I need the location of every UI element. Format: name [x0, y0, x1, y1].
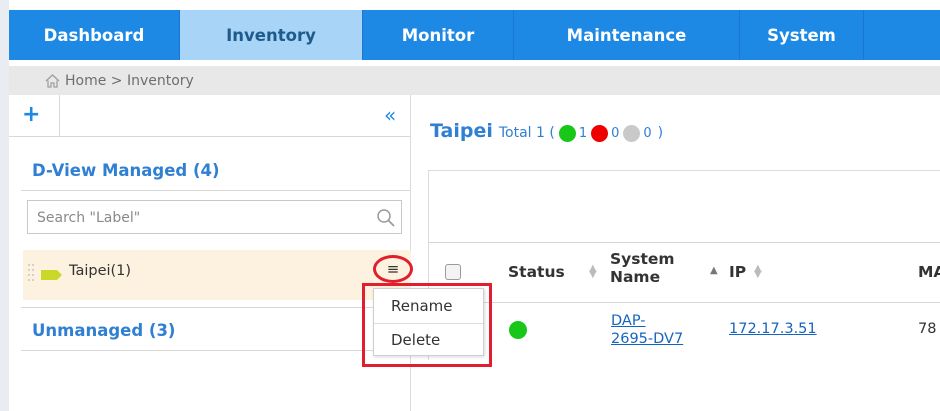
top-nav: Dashboard Inventory Monitor Maintenance …: [9, 10, 940, 60]
label-toolbar: + «: [9, 95, 411, 137]
label-search-input[interactable]: [37, 207, 357, 229]
delete-menu-item[interactable]: Delete: [374, 323, 483, 356]
total-label: Total 1 (: [498, 125, 555, 141]
select-all-checkbox[interactable]: [445, 264, 461, 280]
offline-count: 0: [611, 125, 620, 141]
device-ip-link[interactable]: 172.17.3.51: [729, 321, 817, 337]
divider: [21, 307, 411, 308]
unknown-count: 0: [643, 125, 652, 141]
menu-icon: ≡: [386, 259, 400, 278]
label-panel: + « D-View Managed (4) Taipei(1) ≡ Unman…: [9, 95, 413, 411]
online-status-icon: [558, 124, 576, 142]
search-icon[interactable]: [376, 208, 396, 228]
sort-status-icon[interactable]: ▲ ▼: [589, 264, 597, 280]
device-name-line2: 2695-DV7: [611, 331, 684, 347]
sort-ip-icon[interactable]: ▲ ▼: [754, 264, 762, 280]
col-header-system-name-line1: System: [610, 250, 675, 268]
tab-maintenance[interactable]: Maintenance: [514, 10, 740, 60]
home-icon: [45, 73, 60, 88]
device-table: [428, 170, 940, 360]
add-label-button[interactable]: +: [22, 104, 40, 126]
managed-heading[interactable]: D-View Managed (4): [32, 161, 220, 180]
device-name-link[interactable]: DAP- 2695-DV7: [611, 312, 683, 348]
toolbar-divider: [59, 95, 60, 137]
device-status-icon: [509, 321, 527, 339]
unknown-status-icon: [623, 124, 641, 142]
drag-handle-icon[interactable]: [27, 262, 35, 284]
device-mac: 78: [918, 321, 937, 337]
col-header-system-name-line2: Name: [610, 268, 661, 286]
device-name-line1: DAP-: [611, 313, 646, 329]
tab-inventory[interactable]: Inventory: [180, 10, 363, 60]
group-title: Taipei: [430, 120, 493, 142]
breadcrumb-text: Home > Inventory: [65, 72, 194, 89]
tab-monitor[interactable]: Monitor: [363, 10, 514, 60]
label-context-menu: Rename Delete: [373, 288, 484, 356]
label-search-box: [27, 200, 402, 234]
collapse-panel-button[interactable]: «: [384, 105, 396, 125]
col-header-mac[interactable]: MA: [918, 263, 940, 281]
online-count: 1: [578, 125, 588, 141]
sort-system-name-icon[interactable]: ▲: [710, 266, 718, 276]
label-item-taipei[interactable]: Taipei(1) ≡: [23, 250, 413, 300]
col-header-ip[interactable]: IP: [729, 263, 746, 281]
col-header-status[interactable]: Status: [508, 263, 565, 281]
table-header-divider: [428, 242, 940, 243]
rename-menu-item[interactable]: Rename: [374, 289, 483, 322]
tag-icon: [41, 270, 62, 280]
label-menu-button[interactable]: ≡: [373, 255, 413, 283]
unmanaged-heading[interactable]: Unmanaged (3): [32, 321, 175, 340]
tab-dashboard[interactable]: Dashboard: [9, 10, 180, 60]
group-total: Total 1 ( 1 0 0 ): [498, 124, 664, 142]
label-item-name: Taipei(1): [69, 263, 132, 279]
tab-system[interactable]: System: [740, 10, 864, 60]
total-close: ): [657, 125, 664, 141]
divider: [21, 190, 411, 191]
table-row-divider: [428, 302, 940, 303]
col-header-system-name[interactable]: System Name: [610, 250, 675, 286]
group-summary: Taipei Total 1 ( 1 0 0 ): [430, 120, 663, 142]
left-edge-bar: [0, 0, 9, 411]
breadcrumb: Home > Inventory: [9, 66, 940, 95]
offline-status-icon: [591, 124, 609, 142]
divider: [21, 350, 411, 351]
